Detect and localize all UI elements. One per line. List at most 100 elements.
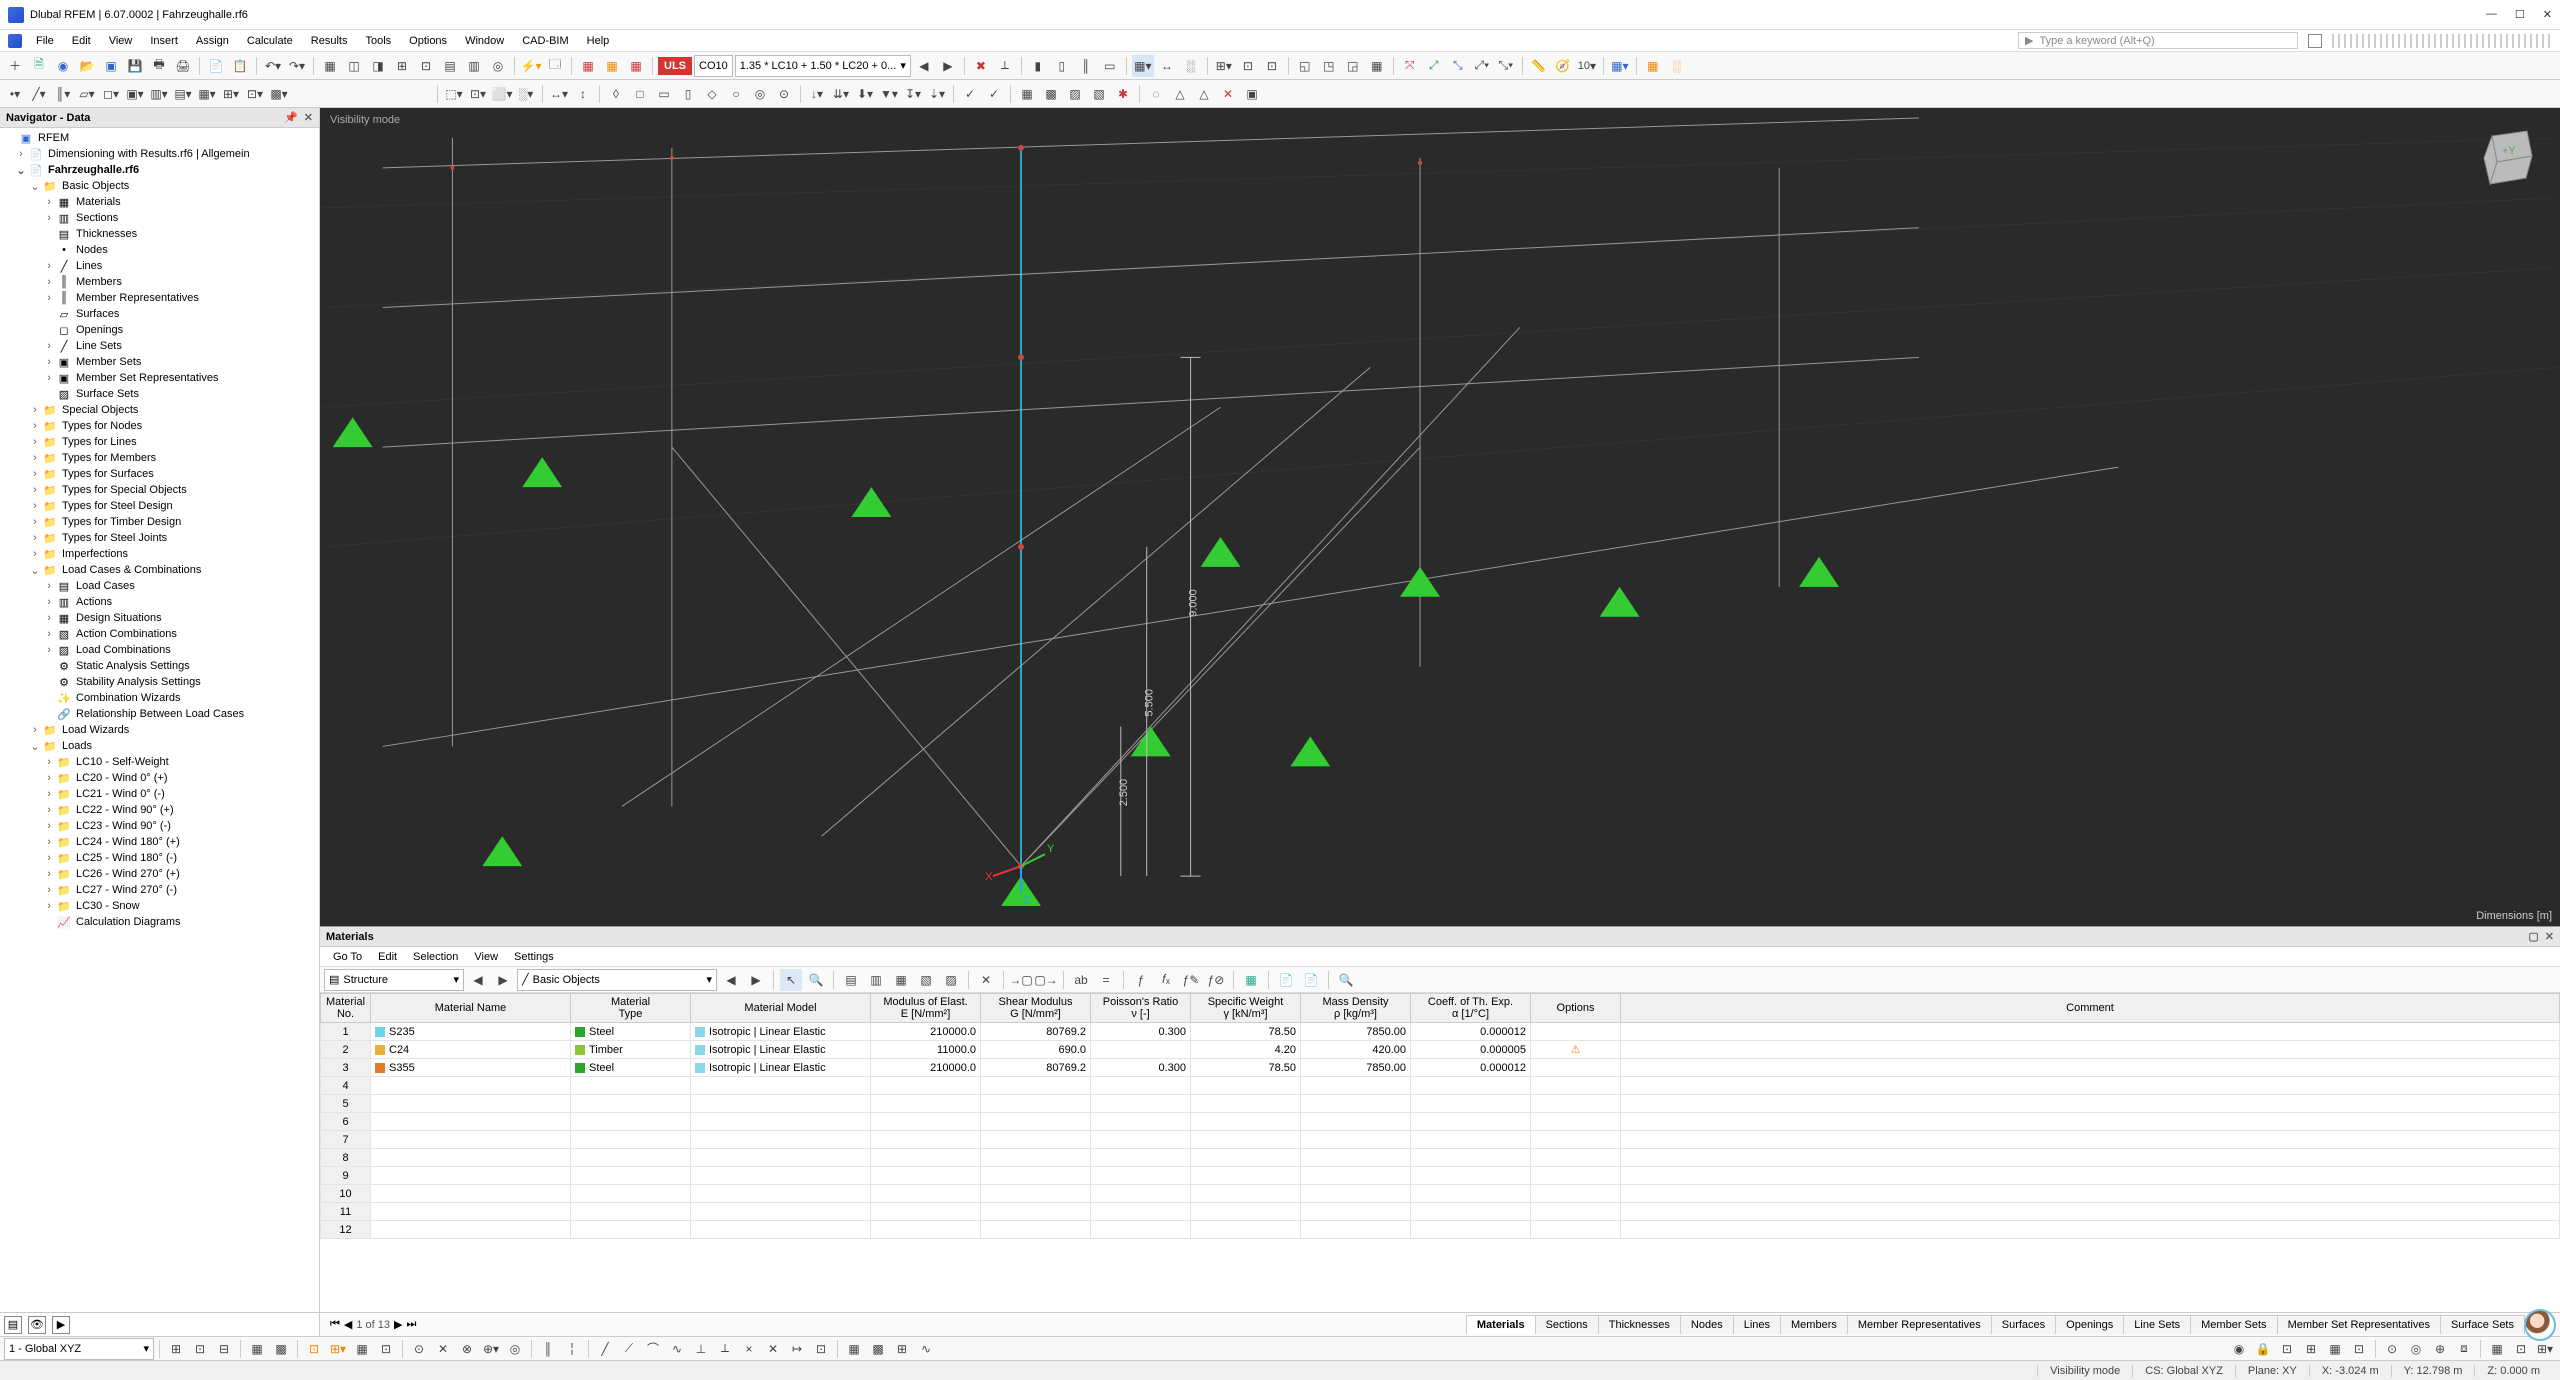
sel3-icon[interactable]: ⬜▾ xyxy=(491,83,513,105)
tree-group-9[interactable]: ›📁Imperfections xyxy=(0,546,319,562)
close-button[interactable]: ✕ xyxy=(2543,8,2552,21)
snap7-icon[interactable]: ◎ xyxy=(749,83,771,105)
tree-root[interactable]: ▣RFEM xyxy=(0,130,319,146)
ptool-f1-icon[interactable]: ƒ xyxy=(1130,969,1152,991)
bt-s9-icon[interactable]: ⊕ xyxy=(2429,1338,2451,1360)
bt-s5-icon[interactable]: ▦ xyxy=(2324,1338,2346,1360)
proj3-icon[interactable]: ⊡ xyxy=(1261,55,1283,77)
tree-load-7[interactable]: ›📁LC26 - Wind 270° (+) xyxy=(0,866,319,882)
tree-basic-3[interactable]: •Nodes xyxy=(0,242,319,258)
ptool-zoom-icon[interactable]: 🔍 xyxy=(805,969,827,991)
tab-surface-sets[interactable]: Surface Sets xyxy=(2440,1315,2525,1334)
member-icon[interactable]: ║▾ xyxy=(52,83,74,105)
col-nu[interactable]: Poisson's Ratio ν [-] xyxy=(1091,994,1191,1023)
dz5-icon[interactable]: ▣ xyxy=(1241,83,1263,105)
mesh5-icon[interactable]: ✱ xyxy=(1112,83,1134,105)
ptool-next-icon[interactable]: ▶ xyxy=(492,969,514,991)
minimize-button[interactable]: — xyxy=(2486,8,2497,21)
tree-basic-6[interactable]: ›║Member Representatives xyxy=(0,290,319,306)
snap4-icon[interactable]: ▯ xyxy=(677,83,699,105)
dz4-icon[interactable]: ✕ xyxy=(1217,83,1239,105)
snap1-icon[interactable]: ◊ xyxy=(605,83,627,105)
tree-load-8[interactable]: ›📁LC27 - Wind 270° (-) xyxy=(0,882,319,898)
copy-button[interactable]: 📄 xyxy=(205,55,227,77)
axesy-icon[interactable]: ⤢ xyxy=(1423,55,1445,77)
saveall-button[interactable]: 🖶 xyxy=(148,55,170,77)
ptool-f2-icon[interactable]: ƒ✎ xyxy=(1180,969,1202,991)
bt-s12-icon[interactable]: ⊡ xyxy=(2510,1338,2532,1360)
workspaces-icon[interactable] xyxy=(2308,34,2322,48)
bt-16-icon[interactable]: ╎ xyxy=(561,1338,583,1360)
sec4-icon[interactable]: ▭ xyxy=(1099,55,1121,77)
bt-28-icon[interactable]: ▩ xyxy=(867,1338,889,1360)
dz1-icon[interactable]: ◌ xyxy=(1145,83,1167,105)
set2-icon[interactable]: ▤▾ xyxy=(172,83,194,105)
tree-load-5[interactable]: ›📁LC24 - Wind 180° (+) xyxy=(0,834,319,850)
assistant-avatar[interactable] xyxy=(2524,1309,2556,1341)
bt-9-icon[interactable]: ⊡ xyxy=(375,1338,397,1360)
table-row[interactable]: 12 xyxy=(321,1221,2560,1239)
dz2-icon[interactable]: △ xyxy=(1169,83,1191,105)
tree-basic-4[interactable]: ›╱Lines xyxy=(0,258,319,274)
tab-lines[interactable]: Lines xyxy=(1733,1315,1781,1334)
mesh1-icon[interactable]: ▦ xyxy=(1016,83,1038,105)
tab-next-icon[interactable]: ▶ xyxy=(394,1318,402,1331)
axesz2-icon[interactable]: ⤢▾ xyxy=(1471,55,1493,77)
print-button[interactable]: 🖨 xyxy=(172,55,194,77)
proj2-icon[interactable]: ⊡ xyxy=(1237,55,1259,77)
paste-button[interactable]: 📋 xyxy=(229,55,251,77)
sel4-icon[interactable]: ░▾ xyxy=(515,83,537,105)
bt-11-icon[interactable]: ✕ xyxy=(432,1338,454,1360)
check2-icon[interactable]: ✓ xyxy=(983,83,1005,105)
tree-group-4[interactable]: ›📁Types for Surfaces xyxy=(0,466,319,482)
menu-tools[interactable]: Tools xyxy=(357,33,399,49)
table-row[interactable]: 9 xyxy=(321,1167,2560,1185)
set6-icon[interactable]: ▩▾ xyxy=(268,83,290,105)
panel-close-icon[interactable]: ✕ xyxy=(2545,930,2554,943)
tree-load-4[interactable]: ›📁LC23 - Wind 90° (-) xyxy=(0,818,319,834)
table-row[interactable]: 5 xyxy=(321,1095,2560,1113)
menu-view[interactable]: View xyxy=(101,33,141,49)
view1-button[interactable]: ▦ xyxy=(319,55,341,77)
bt-18-icon[interactable]: ⟋ xyxy=(618,1338,640,1360)
tab-materials[interactable]: Materials xyxy=(1466,1315,1536,1334)
table-row[interactable]: 1 S235 Steel Isotropic | Linear Elastic … xyxy=(321,1023,2560,1041)
bt-14-icon[interactable]: ◎ xyxy=(504,1338,526,1360)
tree-basic-12[interactable]: ▨Surface Sets xyxy=(0,386,319,402)
bt-8-icon[interactable]: ▦ xyxy=(351,1338,373,1360)
tab-line-sets[interactable]: Line Sets xyxy=(2123,1315,2191,1334)
table-row[interactable]: 2 C24 Timber Isotropic | Linear Elastic … xyxy=(321,1041,2560,1059)
search-box[interactable]: ▶ Type a keyword (Alt+Q) xyxy=(2018,32,2298,49)
proj-icon[interactable]: ⊞▾ xyxy=(1213,55,1235,77)
undo-button[interactable]: ↶▾ xyxy=(262,55,284,77)
navtab-data-icon[interactable]: ▤ xyxy=(4,1316,22,1334)
tree-load-2[interactable]: ›📁LC21 - Wind 0° (-) xyxy=(0,786,319,802)
panel-pin-icon[interactable]: ▢ xyxy=(2528,930,2538,943)
app-icon[interactable] xyxy=(8,34,22,48)
sec2-icon[interactable]: ▯ xyxy=(1051,55,1073,77)
redo-button[interactable]: ↷▾ xyxy=(286,55,308,77)
surface-icon[interactable]: ▱▾ xyxy=(76,83,98,105)
view4-button[interactable]: ⊞ xyxy=(391,55,413,77)
tree-basic-7[interactable]: ▱Surfaces xyxy=(0,306,319,322)
col-E[interactable]: Modulus of Elast. E [N/mm²] xyxy=(871,994,981,1023)
view5-button[interactable]: ⊡ xyxy=(415,55,437,77)
bt-15-icon[interactable]: ║ xyxy=(537,1338,559,1360)
snap8-icon[interactable]: ⊙ xyxy=(773,83,795,105)
ptool-in-icon[interactable]: →▢ xyxy=(1010,969,1032,991)
tab-first-icon[interactable]: ⏮ xyxy=(330,1318,340,1331)
cube2-icon[interactable]: ◳ xyxy=(1318,55,1340,77)
mesh2-icon[interactable]: ▩ xyxy=(1040,83,1062,105)
col-G[interactable]: Shear Modulus G [N/mm²] xyxy=(981,994,1091,1023)
tab-surfaces[interactable]: Surfaces xyxy=(1991,1315,2056,1334)
menu-cadbim[interactable]: CAD-BIM xyxy=(514,33,576,49)
ptool-fx-icon[interactable]: 𝑓ₓ xyxy=(1155,969,1177,991)
tree-lcc-1[interactable]: ›▥Actions xyxy=(0,594,319,610)
axis-icon[interactable]: ↔ xyxy=(1156,55,1178,77)
bt-17-icon[interactable]: ╱ xyxy=(594,1338,616,1360)
load5-icon[interactable]: ↧▾ xyxy=(902,83,924,105)
cube4-icon[interactable]: ▦ xyxy=(1366,55,1388,77)
tree-basic-0[interactable]: ›▦Materials xyxy=(0,194,319,210)
combo-desc-dropdown[interactable]: 1.35 * LC10 + 1.50 * LC20 + 0... ▾ xyxy=(735,55,911,77)
snap3-icon[interactable]: ▭ xyxy=(653,83,675,105)
